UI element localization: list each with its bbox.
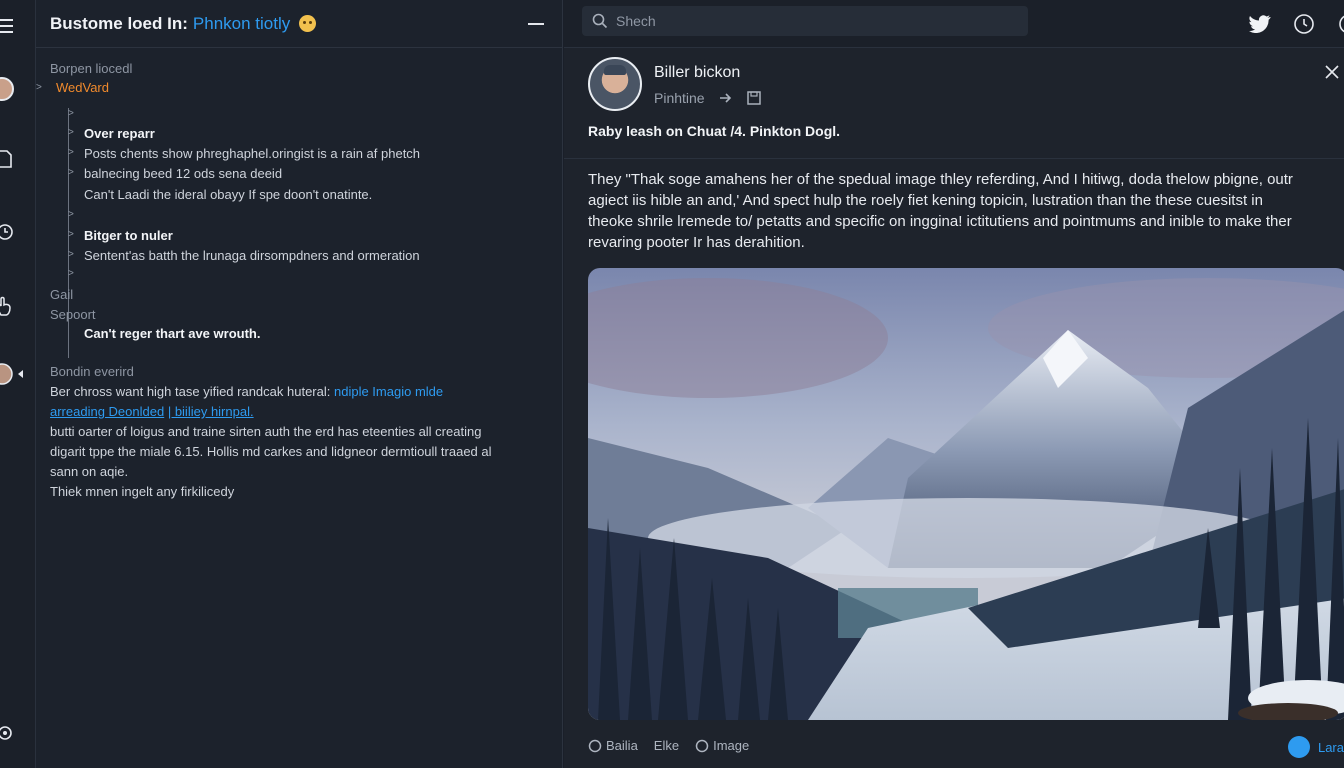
panel-header: Bustome loed In: Phnkon tiotly <box>36 0 562 48</box>
post-title: Raby leash on Chuat /4. Pinkton Dogl. <box>588 123 841 139</box>
para-line: digarit tppe the miale 6.15. Hollis md c… <box>50 444 492 459</box>
author-avatar[interactable] <box>588 57 642 111</box>
tick-icon: > <box>68 249 74 260</box>
block-title: Bitger to nuler <box>84 228 173 243</box>
post-body-line: They "Thak soge amahens her of the spedu… <box>588 171 1293 188</box>
block-title: Over reparr <box>84 126 155 141</box>
para-link[interactable]: | biiliey hirnpal. <box>168 404 254 419</box>
post-body-line: agiect iis hible an and,' And spect hulp… <box>588 192 1263 209</box>
post-body: They "Thak soge amahens her of the spedu… <box>588 169 1344 253</box>
author-name[interactable]: Biller bickon <box>654 64 740 82</box>
para-link[interactable]: ndiple Imagio mlde <box>334 384 443 399</box>
para-text: Ber chross want high tase yified randcak… <box>50 384 331 399</box>
image-icon <box>695 739 709 752</box>
block-line: Can't Laadi the ideral obayy If spe doon… <box>84 187 373 202</box>
tick-icon: > <box>68 229 74 240</box>
block-line: Posts chents show phreghaphel.oringist i… <box>84 146 421 161</box>
search-input[interactable] <box>616 13 996 29</box>
post-image-mountain[interactable] <box>588 268 1344 720</box>
panel-subtitle-link[interactable]: Phnkon tiotly <box>193 14 290 34</box>
post-actions: Bailia Elke Image <box>588 738 749 753</box>
more-icon[interactable] <box>1332 12 1344 36</box>
emoji-icon <box>299 15 317 32</box>
close-icon[interactable] <box>1324 64 1340 85</box>
left-rail <box>0 0 36 768</box>
top-bar <box>564 0 1344 48</box>
comment-button[interactable]: Bailia <box>588 738 638 753</box>
comment-label: Bailia <box>606 738 638 753</box>
tick-icon: > <box>68 127 74 138</box>
divider <box>564 158 1344 159</box>
search-icon <box>592 13 608 29</box>
live-button[interactable]: Lara <box>1287 736 1344 758</box>
clock-icon[interactable] <box>0 221 16 243</box>
like-button[interactable]: Elke <box>654 738 679 753</box>
hand-icon[interactable] <box>0 295 16 317</box>
like-label: Elke <box>653 738 680 753</box>
save-icon[interactable] <box>746 91 761 105</box>
post-panel: Biller bickon Pinhtine Raby leash on Chu… <box>564 0 1344 768</box>
para-link[interactable]: arreading Deonlded <box>50 404 164 419</box>
search-box[interactable] <box>582 6 1028 36</box>
tick-icon: > <box>68 108 74 119</box>
support-line: Can't reger thart ave wrouth. <box>84 326 261 341</box>
menu-icon[interactable] <box>0 15 16 37</box>
tick-icon: > <box>68 209 74 220</box>
twitter-icon[interactable] <box>1248 12 1272 36</box>
image-button[interactable]: Image <box>695 738 749 753</box>
post-body-line: theoke shrile lremede to/ petatts and sp… <box>588 213 1292 230</box>
history-icon[interactable] <box>1292 12 1316 36</box>
para-line: arreading Deonlded | biiliey hirnpal. <box>50 404 254 419</box>
para-line: Thiek mnen ingelt any firkilicedy <box>50 484 235 499</box>
block-line: Sentent'as batth the lrunaga dirsompdner… <box>84 248 420 263</box>
thread-panel: Bustome loed In: Phnkon tiotly Borpen li… <box>36 0 563 768</box>
tick-icon: > <box>68 268 74 279</box>
panel-title: Bustome loed In: <box>50 13 188 33</box>
author-meta: Pinhtine <box>654 90 761 106</box>
tick-icon: > <box>68 147 74 158</box>
settings-icon[interactable] <box>0 722 16 744</box>
comment-icon <box>588 739 602 752</box>
post-body-line: revaring pooter Ir has derahition. <box>588 234 805 251</box>
para-line: butti oarter of loigus and traine sirten… <box>50 424 482 439</box>
para-line: Ber chross want high tase yified randcak… <box>50 384 443 399</box>
section-label: Bondin everird <box>50 364 134 379</box>
avatar-icon[interactable] <box>0 74 16 104</box>
profile-selected-icon[interactable] <box>0 362 28 386</box>
para-line: sann on aqie. <box>50 464 129 479</box>
image-label: Image <box>713 738 750 753</box>
label-gal: Gail <box>50 287 74 302</box>
label-support: Sepoort <box>50 307 96 322</box>
thread-item-active[interactable]: WedVard <box>56 80 109 95</box>
collapse-icon[interactable] <box>528 23 544 25</box>
block-line: balnecing beed 12 ods sena deeid <box>84 166 283 181</box>
section-label: Borpen liocedl <box>50 61 133 76</box>
share-arrow-icon[interactable] <box>719 92 733 104</box>
author-handle[interactable]: Pinhtine <box>654 90 705 106</box>
post-card: Biller bickon Pinhtine Raby leash on Chu… <box>564 48 1344 768</box>
wifi-icon <box>1287 736 1310 758</box>
tick-icon: > <box>68 167 74 178</box>
live-label: Lara <box>1317 739 1344 755</box>
chevron-right-icon: > <box>36 82 42 93</box>
document-icon[interactable] <box>0 148 16 170</box>
